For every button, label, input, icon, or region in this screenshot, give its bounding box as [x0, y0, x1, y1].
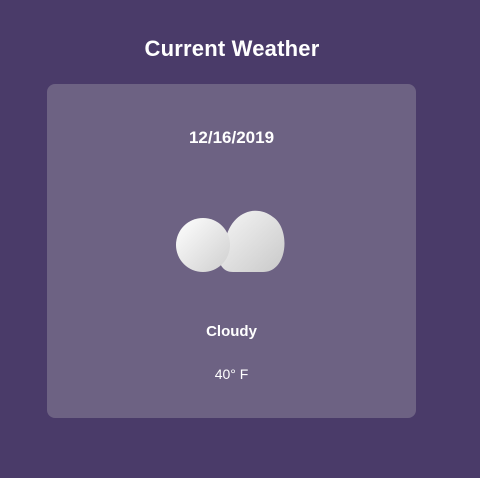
temperature-reading: 40° F [214, 366, 249, 382]
cloud-icon [176, 210, 285, 272]
page-title: Current Weather [144, 36, 320, 61]
weather-card: 12/16/2019 Cloudy 40° F [47, 84, 416, 418]
weather-condition: Cloudy [206, 323, 257, 340]
weather-date: 12/16/2019 [188, 128, 275, 147]
